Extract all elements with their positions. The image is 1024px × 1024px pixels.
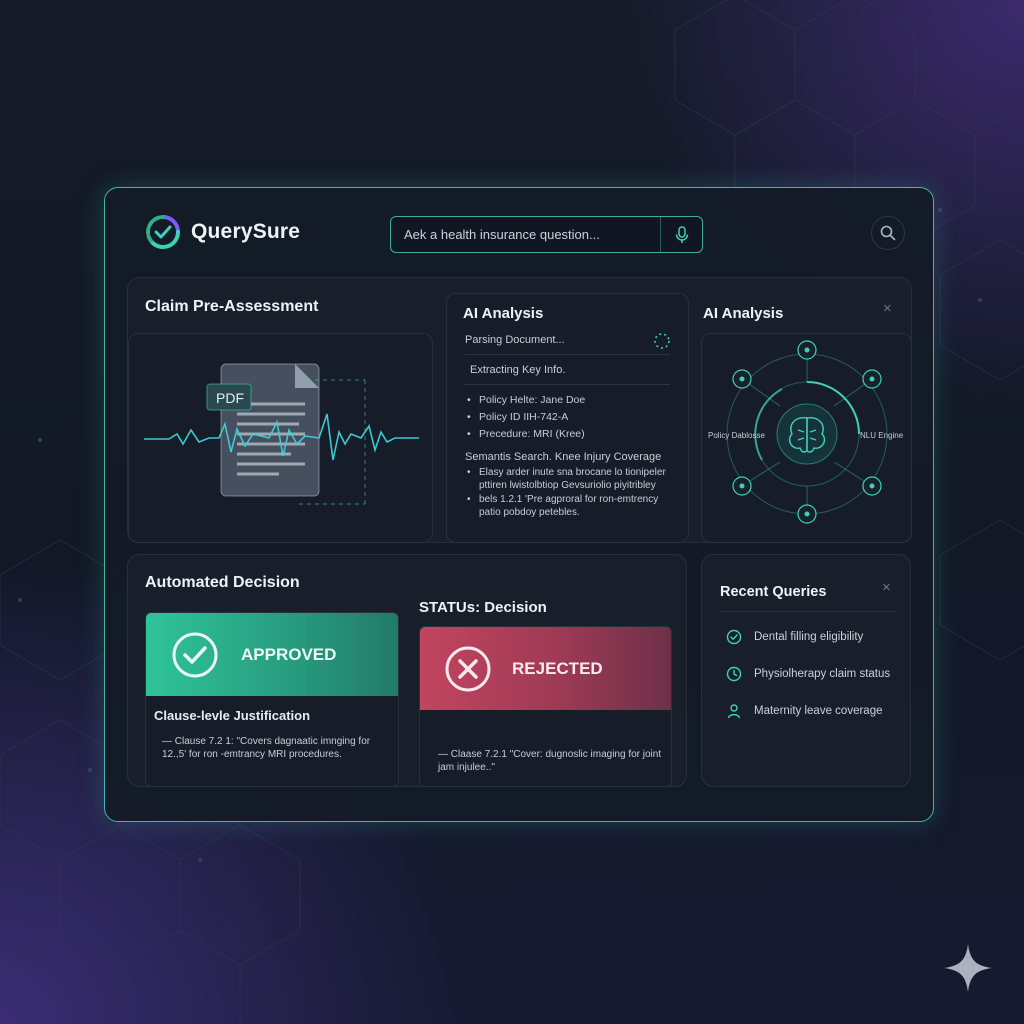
approved-header: APPROVED: [146, 613, 398, 696]
app-window: QuerySure Aek a health insurance questio…: [104, 187, 934, 822]
semantic-search-heading: Semantis Search. Knee Injury Coverage: [465, 451, 662, 463]
field-policy-id: Policy ID IIH-742-A: [465, 409, 585, 426]
decision-title: Automated Decision: [145, 574, 300, 591]
policy-database-label: Policy Dablosse: [708, 431, 765, 440]
approved-card[interactable]: APPROVED Clause-levle Justification — Cl…: [145, 612, 399, 787]
semantic-result: Elasy arder inute sna brocane lo tionipe…: [465, 466, 677, 492]
sparkle-icon: [944, 944, 992, 992]
microphone-icon: [675, 225, 688, 243]
document-waveform-illustration: [144, 363, 419, 505]
recent-query-label: Dental filling eligibility: [754, 631, 864, 643]
search-bar[interactable]: Aek a health insurance question...: [390, 216, 703, 253]
field-policy-holder: Policy Helte: Jane Doe: [465, 392, 585, 409]
nlu-engine-label: NLU Engine: [860, 431, 904, 440]
decision-section: Automated Decision STATUs: Decision APPR…: [127, 554, 687, 787]
check-circle-icon: [172, 632, 218, 677]
recent-query-item[interactable]: Dental filling eligibility: [726, 629, 863, 645]
clock-icon: [726, 666, 742, 682]
recent-query-item[interactable]: Maternity leave coverage: [726, 703, 882, 719]
justification-title: Clause-levle Justification: [154, 708, 311, 723]
rejected-card[interactable]: REJECTED — Claase 7.2.1 "Cover: dugnosli…: [419, 626, 672, 787]
semantic-results: Elasy arder inute sna brocane lo tionipe…: [465, 466, 677, 519]
approved-label: APPROVED: [241, 644, 337, 664]
divider: [465, 354, 670, 355]
recent-query-item[interactable]: Physiolherapy claim status: [726, 666, 890, 682]
search-button[interactable]: [871, 216, 905, 250]
ai-graph-card: Policy Dablosse NLU Engine: [701, 333, 912, 543]
ai-analysis-card: AI Analysis Parsing Document... Extracti…: [446, 293, 689, 543]
recent-close-button[interactable]: ×: [882, 579, 891, 596]
approved-justification-text: — Clause 7.2 1: "Covers dagnaatic imngin…: [162, 736, 371, 760]
x-circle-icon: [445, 646, 491, 691]
divider: [465, 384, 670, 385]
extracted-fields: Policy Helte: Jane Doe Policy ID IIH-742…: [465, 392, 585, 443]
graph-title: AI Analysis: [703, 305, 784, 322]
rejected-label: REJECTED: [512, 658, 603, 678]
person-icon: [727, 704, 741, 719]
recent-queries-title: Recent Queries: [720, 584, 827, 600]
check-circle-icon: [726, 629, 742, 645]
document-scan-card: PDF: [128, 333, 433, 543]
rejected-header: REJECTED: [420, 627, 671, 710]
field-procedure: Precedure: MRI (Kree): [465, 426, 585, 443]
recent-query-label: Maternity leave coverage: [754, 705, 883, 717]
extracting-status: Extracting Key Info.: [470, 364, 566, 376]
claim-title: Claim Pre-Assessment: [145, 298, 319, 315]
semantic-result: bels 1.2.1 'Pre agproral for ron-emtrenc…: [465, 493, 677, 519]
app-name: QuerySure: [191, 220, 301, 243]
divider: [720, 611, 896, 612]
recent-query-label: Physiolherapy claim status: [754, 668, 891, 680]
analysis-section: Claim Pre-Assessment PDF AI Analysis Par…: [127, 277, 912, 543]
parsing-status: Parsing Document...: [465, 334, 565, 346]
spinner-icon: [654, 333, 670, 349]
app-logo[interactable]: QuerySure: [145, 214, 300, 250]
status-decision-title: STATUs: Decision: [419, 599, 547, 616]
pdf-badge: PDF: [216, 390, 244, 406]
graph-close-button[interactable]: ×: [883, 300, 892, 317]
rejected-justification-text: — Claase 7.2.1 "Cover: dugnoslic imaging…: [438, 749, 662, 773]
search-input[interactable]: Aek a health insurance question...: [391, 227, 660, 242]
search-icon: [880, 225, 896, 241]
querysure-check-icon: [146, 215, 180, 249]
ai-analysis-title: AI Analysis: [463, 305, 544, 322]
mic-button[interactable]: [660, 217, 702, 252]
recent-queries-panel: Recent Queries × Dental filling eligibil…: [701, 554, 911, 787]
